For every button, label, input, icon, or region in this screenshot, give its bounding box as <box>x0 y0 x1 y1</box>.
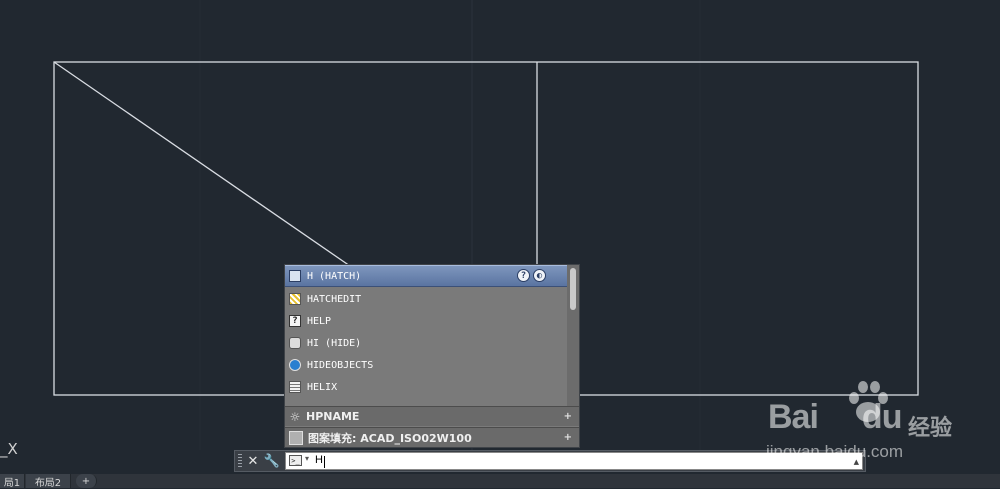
layout-tab-bar: 局1 布局2 + <box>0 474 1000 489</box>
hatchedit-icon <box>289 293 301 305</box>
hide-icon <box>289 337 301 349</box>
command-input-value: H <box>315 454 323 466</box>
ucs-axis-label: _X <box>0 440 18 458</box>
section-label: 图案填充: ACAD_ISO02W100 <box>308 431 472 445</box>
command-autocomplete-popup: H (HATCH) ? ◐ HATCHEDIT ? HELP HI (HIDE)… <box>284 264 580 448</box>
popup-scrollbar[interactable] <box>567 265 579 406</box>
watermark-brand: Bai du <box>768 398 902 436</box>
add-layout-button[interactable]: + <box>76 474 97 488</box>
autocomplete-item-label: HELIX <box>307 381 338 393</box>
section-label: HPNAME <box>306 410 360 423</box>
autocomplete-item-label: HIDEOBJECTS <box>307 359 374 371</box>
expand-icon[interactable]: + <box>564 432 572 443</box>
drag-handle[interactable] <box>238 454 242 468</box>
autocomplete-item-hatchedit[interactable]: HATCHEDIT <box>285 288 568 310</box>
help-icon[interactable]: ? <box>517 269 530 282</box>
hideobjects-icon <box>289 359 301 371</box>
hatch-pattern-icon <box>289 430 303 445</box>
diagonal-line[interactable] <box>53 61 351 267</box>
globe-icon[interactable]: ◐ <box>533 269 546 282</box>
watermark-url: jingyan.baidu.com <box>766 442 904 461</box>
hatch-icon <box>289 270 301 282</box>
scrollbar-thumb[interactable] <box>570 268 576 310</box>
section-hatch-pattern[interactable]: 图案填充: ACAD_ISO02W100 + <box>285 427 579 447</box>
help-icon: ? <box>289 315 301 327</box>
autocomplete-item-hideobjects[interactable]: HIDEOBJECTS <box>285 354 568 376</box>
autocomplete-item-label: H (HATCH) <box>307 270 362 282</box>
autocomplete-item-label: HI (HIDE) <box>307 337 362 349</box>
tab-layout2[interactable]: 布局2 <box>26 474 71 489</box>
prompt-icon[interactable]: >_ <box>289 455 302 466</box>
autocomplete-item-hatch[interactable]: H (HATCH) ? ◐ <box>285 265 568 287</box>
wrench-icon[interactable]: 🔧 <box>264 453 280 469</box>
helix-icon <box>289 381 301 393</box>
baidu-watermark: Bai du 经验 jingyan.baidu.com <box>766 380 966 470</box>
autocomplete-item-helix[interactable]: HELIX <box>285 376 568 398</box>
watermark-cn: 经验 <box>908 416 953 441</box>
expand-icon[interactable]: + <box>564 411 572 422</box>
autocomplete-item-label: HATCHEDIT <box>307 293 362 305</box>
autocomplete-item-label: HELP <box>307 315 332 327</box>
gear-icon: ☼ <box>289 409 301 424</box>
autocomplete-item-help[interactable]: ? HELP <box>285 310 568 332</box>
text-cursor <box>324 456 325 468</box>
tab-layout1[interactable]: 局1 <box>0 474 25 489</box>
close-icon[interactable]: ✕ <box>245 453 261 469</box>
autocomplete-item-hide[interactable]: HI (HIDE) <box>285 332 568 354</box>
section-hpname[interactable]: ☼ HPNAME + <box>285 406 579 426</box>
chevron-down-icon[interactable]: ▾ <box>305 454 309 463</box>
